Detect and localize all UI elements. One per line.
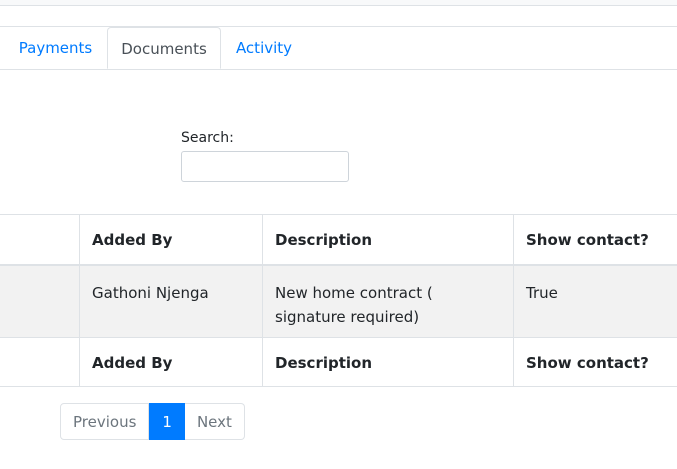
footer-added-by: Added By [79, 338, 262, 386]
column-header-show-contact[interactable]: Show contact? [513, 215, 677, 264]
cell-added-by: Gathoni Njenga [79, 266, 262, 337]
table-row[interactable]: Gathoni Njenga New home contract ( signa… [0, 264, 677, 337]
next-page-button[interactable]: Next [184, 403, 245, 440]
footer-description: Description [262, 338, 513, 386]
tab-documents[interactable]: Documents [107, 27, 221, 69]
documents-table: Added By Description Show contact? Gatho… [0, 214, 677, 387]
column-header-added-by[interactable]: Added By [79, 215, 262, 264]
table-footer-row: Added By Description Show contact? [0, 337, 677, 387]
table-header-row: Added By Description Show contact? [0, 214, 677, 264]
pagination: Previous 1 Next [60, 403, 245, 440]
footer-show-contact: Show contact? [513, 338, 677, 386]
column-header-select[interactable] [0, 215, 79, 264]
footer-select [0, 338, 79, 386]
search-label: Search: [181, 130, 234, 146]
search-input[interactable] [181, 151, 349, 182]
page-1-button[interactable]: 1 [149, 403, 185, 440]
row-select-cell[interactable] [0, 266, 79, 337]
previous-page-button[interactable]: Previous [60, 403, 150, 440]
tab-bar: Payments Documents Activity [0, 26, 677, 70]
cell-show-contact: True [513, 266, 677, 337]
tab-payments[interactable]: Payments [0, 27, 111, 69]
cell-description: New home contract ( signature required) [262, 266, 513, 337]
column-header-description[interactable]: Description [262, 215, 513, 264]
top-panel-edge [0, 0, 677, 6]
tab-activity[interactable]: Activity [221, 27, 307, 69]
page: Payments Documents Activity Search: Adde… [0, 0, 677, 469]
